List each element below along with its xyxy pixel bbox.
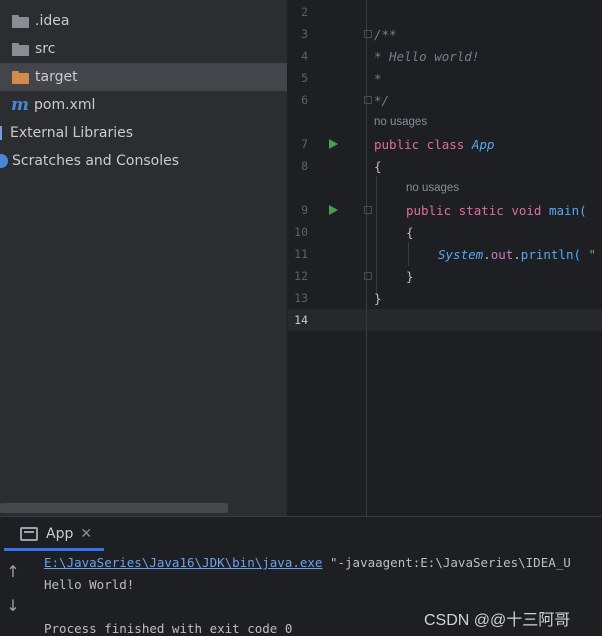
tree-item-idea[interactable]: .idea (0, 7, 287, 35)
code-text: /** (374, 26, 397, 42)
scroll-down-icon[interactable]: ↓ (4, 596, 22, 616)
line-number: 6 (301, 93, 308, 107)
horizontal-scrollbar[interactable] (0, 503, 228, 513)
code-text: { (374, 158, 382, 174)
code-line: 4 * Hello world! (288, 45, 602, 67)
code-line: 6 */ (288, 89, 602, 111)
scroll-up-icon[interactable]: ↑ (4, 562, 22, 582)
tree-item-src[interactable]: src (0, 35, 287, 63)
code-text: */ (374, 92, 390, 108)
usages-hint[interactable]: no usages (374, 116, 427, 128)
code-line: 11 System.out.println( " (288, 243, 602, 265)
maven-icon: m (11, 95, 29, 115)
code-text: * (374, 70, 382, 86)
line-number: 12 (294, 269, 308, 283)
tree-item-scratches[interactable]: Scratches and Consoles (0, 147, 287, 175)
console-output-line: Hello World! (44, 577, 135, 592)
tree-item-label: Scratches and Consoles (12, 153, 179, 169)
line-number: 8 (301, 159, 308, 173)
console-command-line: E:\JavaSeries\Java16\JDK\bin\java.exe "-… (44, 555, 571, 570)
folder-icon (12, 42, 29, 56)
run-tab-app[interactable]: App ✕ (4, 519, 104, 551)
fold-marker-icon[interactable] (364, 30, 372, 38)
code-line: 14 (288, 309, 602, 331)
folder-icon (12, 14, 29, 28)
line-number: 7 (301, 137, 308, 151)
close-icon[interactable]: ✕ (80, 526, 92, 542)
console-icon (20, 526, 38, 541)
run-icon[interactable] (329, 139, 338, 149)
tree-item-label: External Libraries (10, 125, 133, 141)
code-text: System.out.println( " (438, 246, 597, 262)
line-number: 3 (301, 27, 308, 41)
run-tab-label: App (46, 525, 74, 542)
tree-item-label: target (35, 69, 78, 85)
project-tree-panel: .idea src target m pom.xml External Libr… (0, 0, 288, 516)
line-number: 13 (294, 291, 308, 305)
code-line: 12 } (288, 265, 602, 287)
code-text: } (374, 290, 382, 306)
code-line: 8 { (288, 155, 602, 177)
code-text: { (406, 224, 414, 240)
usages-hint[interactable]: no usages (406, 182, 459, 194)
code-line: 9 public static void main( (288, 199, 602, 221)
tree-item-label: .idea (35, 13, 70, 29)
code-text: public static void main( (406, 202, 587, 218)
code-line: 10 { (288, 221, 602, 243)
code-text: public class App (374, 136, 495, 152)
code-line: 2 (288, 1, 602, 23)
tree-item-pom[interactable]: m pom.xml (0, 91, 287, 119)
line-number: 9 (301, 203, 308, 217)
code-line: 13 } (288, 287, 602, 309)
folder-orange-icon (12, 70, 29, 84)
scratch-icon (0, 154, 8, 168)
library-icon (0, 126, 10, 140)
run-icon[interactable] (329, 205, 338, 215)
line-number: 10 (294, 225, 308, 239)
java-exe-link[interactable]: E:\JavaSeries\Java16\JDK\bin\java.exe (44, 555, 322, 570)
tree-item-label: src (35, 41, 56, 57)
line-number: 2 (301, 5, 308, 19)
fold-marker-icon[interactable] (364, 272, 372, 280)
line-number: 11 (294, 247, 308, 261)
line-number: 5 (301, 71, 308, 85)
fold-marker-icon[interactable] (364, 96, 372, 104)
code-line: 7 public class App (288, 133, 602, 155)
code-text: * Hello world! (374, 48, 480, 64)
line-number: 4 (301, 49, 308, 63)
tree-item-external-libraries[interactable]: External Libraries (0, 119, 287, 147)
code-line: 3 /** (288, 23, 602, 45)
fold-marker-icon[interactable] (364, 206, 372, 214)
tree-item-target[interactable]: target (0, 63, 287, 91)
console-exit-line: Process finished with exit code 0 (44, 621, 293, 636)
watermark: CSDN @@十三阿哥 (424, 612, 571, 629)
line-number: 14 (294, 313, 308, 327)
code-text: } (406, 268, 414, 284)
code-line: 5 * (288, 67, 602, 89)
tree-item-label: pom.xml (34, 97, 96, 113)
